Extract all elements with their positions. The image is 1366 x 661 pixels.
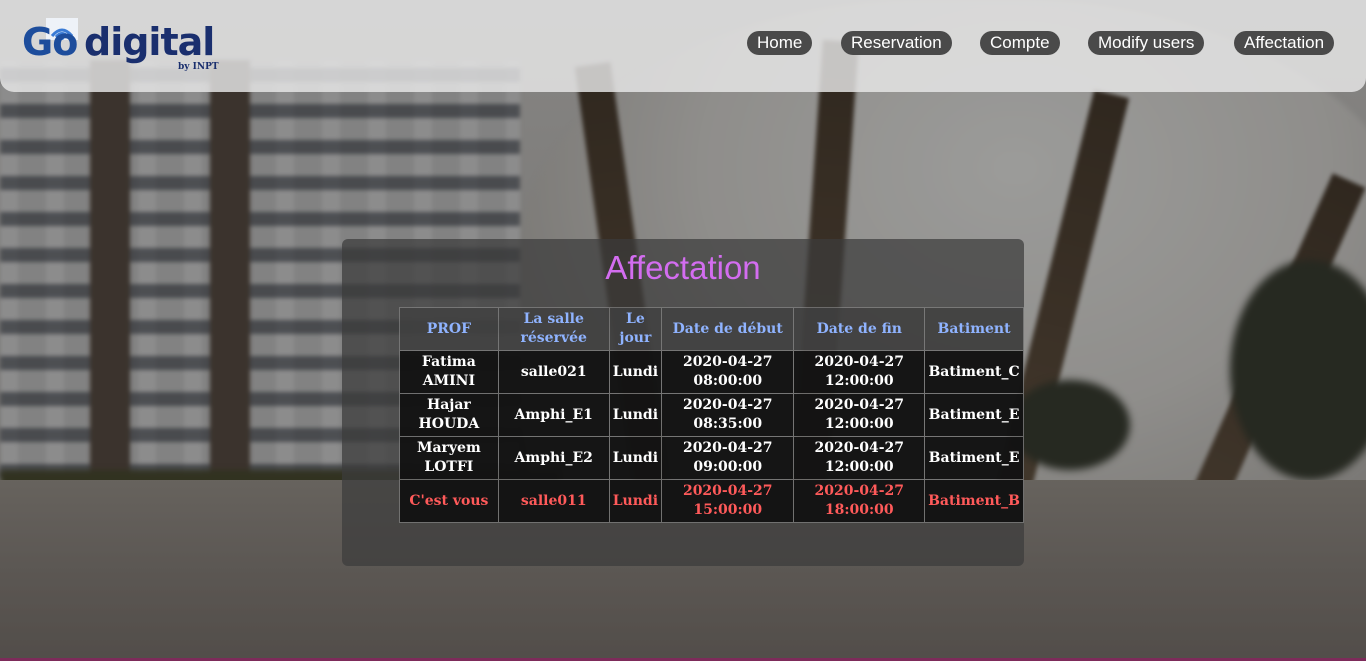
cell-batiment: Batiment_E [925,437,1023,479]
cell-salle: salle011 [498,480,609,522]
cell-prof: Maryem LOTFI [400,437,498,479]
nav-compte[interactable]: Compte [980,31,1060,55]
cell-date-debut: 2020-04-27 09:00:00 [662,437,794,479]
column-header-jour: Le jour [609,308,662,350]
top-navbar: Go digital by INPT Home Reservation Comp… [0,0,1366,92]
cell-batiment: Batiment_C [925,351,1023,393]
page-title: Affectation [605,249,761,286]
column-header-date-fin: Date de fin [794,308,925,350]
column-header-batiment: Batiment [925,308,1023,350]
table-row-current-user: C'est vous salle011 Lundi 2020-04-27 15:… [400,480,1023,522]
logo-subtitle: by INPT [178,62,219,72]
cell-date-fin: 2020-04-27 12:00:00 [794,437,925,479]
nav-affectation[interactable]: Affectation [1234,31,1335,55]
cell-batiment: Batiment_E [925,394,1023,436]
table-row: Maryem LOTFI Amphi_E2 Lundi 2020-04-27 0… [400,437,1023,479]
column-header-salle: La salle réservée [498,308,609,350]
cell-date-fin: 2020-04-27 12:00:00 [794,351,925,393]
affectation-table: PROF La salle réservée Le jour Date de d… [399,307,1024,523]
cell-jour: Lundi [609,480,662,522]
column-header-date-debut: Date de début [662,308,794,350]
cell-prof: C'est vous [400,480,498,522]
cell-date-debut: 2020-04-27 15:00:00 [662,480,794,522]
cell-salle: salle021 [498,351,609,393]
nav-home[interactable]: Home [747,31,813,55]
table-row: Fatima AMINI salle021 Lundi 2020-04-27 0… [400,351,1023,393]
cell-jour: Lundi [609,351,662,393]
logo-go-text: Go [22,20,78,64]
cell-salle: Amphi_E1 [498,394,609,436]
cell-date-fin: 2020-04-27 18:00:00 [794,480,925,522]
cell-jour: Lundi [609,437,662,479]
nav-reservation[interactable]: Reservation [841,31,952,55]
cell-date-debut: 2020-04-27 08:00:00 [662,351,794,393]
cell-date-fin: 2020-04-27 12:00:00 [794,394,925,436]
affectation-panel: Affectation PROF La salle réservée Le jo… [342,239,1024,566]
table-row: Hajar HOUDA Amphi_E1 Lundi 2020-04-27 08… [400,394,1023,436]
cell-date-debut: 2020-04-27 08:35:00 [662,394,794,436]
nav-modify-users[interactable]: Modify users [1088,31,1205,55]
cell-prof: Fatima AMINI [400,351,498,393]
cell-prof: Hajar HOUDA [400,394,498,436]
logo-digital-text: digital [84,20,215,64]
cell-jour: Lundi [609,394,662,436]
column-header-prof: PROF [400,308,498,350]
table-header-row: PROF La salle réservée Le jour Date de d… [400,308,1023,350]
go-digital-logo[interactable]: Go digital by INPT [22,18,227,76]
cell-salle: Amphi_E2 [498,437,609,479]
cell-batiment: Batiment_B [925,480,1023,522]
